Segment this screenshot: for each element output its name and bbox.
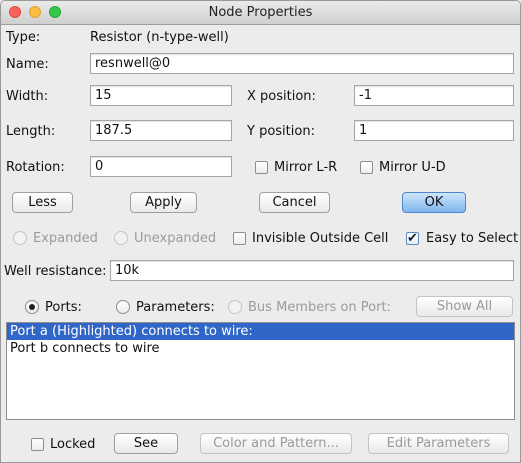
cancel-button[interactable]: Cancel <box>259 192 330 213</box>
invisible-outside-cell-checkbox[interactable] <box>233 232 246 245</box>
well-resistance-field[interactable]: 10k <box>110 260 514 281</box>
show-all-button[interactable]: Show All <box>416 296 513 317</box>
length-field[interactable]: 187.5 <box>90 120 232 141</box>
less-button[interactable]: Less <box>12 192 73 213</box>
locked-label: Locked <box>50 437 96 452</box>
expanded-radio[interactable] <box>13 231 27 245</box>
rotation-label: Rotation: <box>6 160 65 175</box>
name-label: Name: <box>6 57 49 72</box>
list-item[interactable]: Port b connects to wire <box>7 340 514 357</box>
apply-button[interactable]: Apply <box>130 192 197 213</box>
x-position-label: X position: <box>247 89 316 104</box>
mirror-lr-checkbox[interactable] <box>255 161 268 174</box>
color-and-pattern-button[interactable]: Color and Pattern... <box>200 433 352 454</box>
unexpanded-radio[interactable] <box>114 231 128 245</box>
bus-members-label: Bus Members on Port: <box>248 300 391 315</box>
expanded-label: Expanded <box>33 231 98 246</box>
window-title: Node Properties <box>208 5 313 20</box>
edit-parameters-button[interactable]: Edit Parameters <box>368 433 509 454</box>
checkmark-icon: ✔ <box>407 231 418 246</box>
port-list[interactable]: Port a (Highlighted) connects to wire: P… <box>6 322 515 420</box>
type-value: Resistor (n-type-well) <box>90 30 229 45</box>
list-item[interactable]: Port a (Highlighted) connects to wire: <box>7 323 514 340</box>
radio-selected-dot <box>29 304 35 310</box>
width-field[interactable]: 15 <box>90 85 232 106</box>
y-position-label: Y position: <box>247 124 315 139</box>
node-properties-dialog: Node Properties Type: Resistor (n-type-w… <box>0 0 521 463</box>
parameters-radio[interactable] <box>116 300 130 314</box>
ports-radio[interactable] <box>25 300 39 314</box>
mirror-ud-label: Mirror U-D <box>379 160 446 175</box>
mirror-lr-label: Mirror L-R <box>274 160 338 175</box>
x-position-field[interactable]: -1 <box>354 85 514 106</box>
easy-to-select-checkbox[interactable]: ✔ <box>406 232 419 245</box>
well-resistance-label: Well resistance: <box>4 264 107 279</box>
locked-checkbox[interactable] <box>31 438 44 451</box>
length-label: Length: <box>6 124 56 139</box>
rotation-field[interactable]: 0 <box>90 156 232 177</box>
ports-radio-label: Ports: <box>45 300 82 315</box>
see-button[interactable]: See <box>114 433 178 454</box>
parameters-radio-label: Parameters: <box>136 300 215 315</box>
title-bar: Node Properties <box>1 1 520 25</box>
invisible-outside-cell-label: Invisible Outside Cell <box>252 231 389 246</box>
easy-to-select-label: Easy to Select <box>426 231 519 246</box>
type-label: Type: <box>6 30 41 45</box>
ok-button[interactable]: OK <box>402 192 466 213</box>
name-field[interactable]: resnwell@0 <box>90 53 514 74</box>
y-position-field[interactable]: 1 <box>354 120 514 141</box>
unexpanded-label: Unexpanded <box>134 231 217 246</box>
bus-members-radio[interactable] <box>228 300 242 314</box>
width-label: Width: <box>6 89 49 104</box>
mirror-ud-checkbox[interactable] <box>360 161 373 174</box>
